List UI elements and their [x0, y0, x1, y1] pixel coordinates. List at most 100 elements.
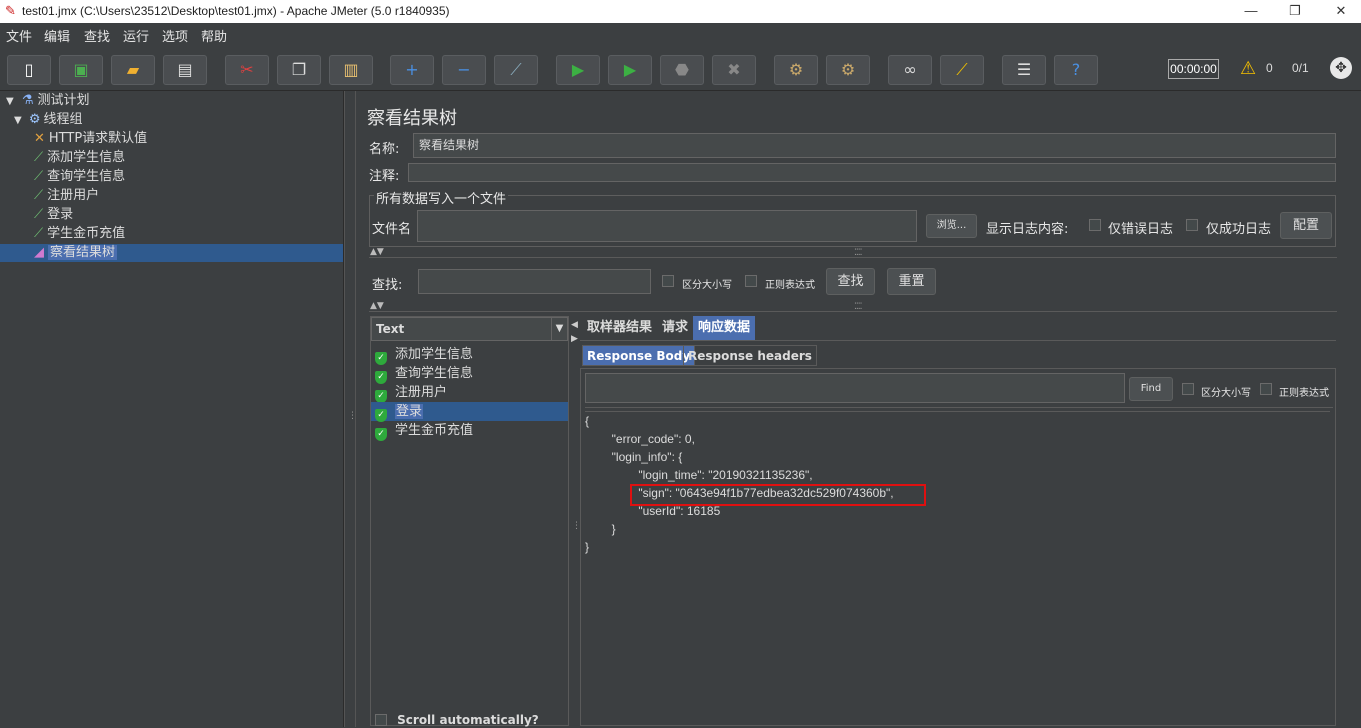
- regex-checkbox[interactable]: [1260, 383, 1272, 395]
- tree-item-sampler[interactable]: ⟋ 注册用户: [34, 187, 99, 205]
- result-item[interactable]: ✓ 添加学生信息: [375, 345, 473, 365]
- filename-input[interactable]: [417, 210, 917, 242]
- elapsed-timer: 00:00:00: [1168, 59, 1219, 79]
- response-body-content: Find 区分大小写 正则表达式 { "error_code": 0, "log…: [580, 368, 1336, 726]
- menu-bar: 文件 编辑 查找 运行 选项 帮助: [0, 23, 1361, 45]
- open-button[interactable]: ▰: [111, 55, 155, 85]
- success-only-label: 仅成功日志: [1206, 222, 1272, 237]
- restore-button[interactable]: ❐: [1280, 2, 1310, 20]
- save-button[interactable]: ▤: [163, 55, 207, 85]
- shutdown-icon: ✖: [727, 60, 741, 79]
- tree-item-sampler[interactable]: ⟋ 登录: [34, 206, 73, 224]
- response-json-text[interactable]: { "error_code": 0, "login_info": { "logi…: [585, 411, 1330, 681]
- json-line: "error_code": 0,: [585, 432, 695, 446]
- pipette-icon: ⟋: [34, 169, 44, 184]
- wand-icon: ⟋: [510, 60, 522, 79]
- title-bar: ✎ test01.jmx (C:\Users\23512\Desktop\tes…: [0, 0, 1361, 23]
- result-detail-panel: 取样器结果 请求 响应数据 Response Body Response hea…: [580, 316, 1337, 726]
- tab-response-data[interactable]: 响应数据: [693, 316, 756, 340]
- copy-button[interactable]: ❐: [277, 55, 321, 85]
- search-button[interactable]: 查找: [826, 268, 875, 295]
- collapse-arrows-icon[interactable]: ▲▼: [370, 301, 384, 311]
- menu-help[interactable]: 帮助: [201, 26, 227, 45]
- tab-response-headers[interactable]: Response headers: [683, 345, 817, 366]
- close-button[interactable]: ✕: [1326, 2, 1356, 20]
- clear-all-button[interactable]: ⚙: [826, 55, 870, 85]
- menu-search[interactable]: 查找: [84, 26, 110, 45]
- comment-field[interactable]: [408, 163, 1336, 182]
- collapse-button[interactable]: −: [442, 55, 486, 85]
- help-button[interactable]: ?: [1054, 55, 1098, 85]
- cut-button[interactable]: ✂: [225, 55, 269, 85]
- stop-icon: ⬣: [675, 60, 689, 79]
- collapse-arrows-icon[interactable]: ▲▼: [370, 247, 384, 257]
- find-button[interactable]: Find: [1129, 377, 1173, 401]
- result-item[interactable]: ✓ 注册用户: [375, 383, 447, 403]
- errors-only-label: 仅错误日志: [1108, 222, 1174, 237]
- list-icon: ☰: [1016, 60, 1032, 79]
- new-button[interactable]: ▯: [7, 55, 51, 85]
- find-input[interactable]: [585, 373, 1125, 403]
- stop-button[interactable]: ⬣: [660, 55, 704, 85]
- tree-item-sampler[interactable]: ⟋ 学生金币充值: [34, 225, 125, 243]
- json-line: "login_info": {: [585, 450, 683, 464]
- clear-button[interactable]: ⚙: [774, 55, 818, 85]
- tree-item-sampler[interactable]: ⟋ 查询学生信息: [34, 168, 125, 186]
- reset-button[interactable]: 重置: [887, 268, 936, 295]
- result-item[interactable]: ✓ 学生金币充值: [375, 421, 473, 441]
- function-helper-button[interactable]: ☰: [1002, 55, 1046, 85]
- tree-item-test-plan[interactable]: ▼ ⚗ 测试计划: [6, 92, 90, 110]
- help-icon: ?: [1071, 60, 1081, 79]
- tree-item-thread-group[interactable]: ▼ ⚙ 线程组: [14, 111, 83, 129]
- reset-search-button[interactable]: ⟋: [940, 55, 984, 85]
- browse-button[interactable]: 浏览...: [926, 214, 977, 238]
- flask-icon: ⚗: [21, 93, 34, 108]
- expand-button[interactable]: +: [390, 55, 434, 85]
- expand-arrow-icon[interactable]: ▼: [14, 115, 22, 126]
- results-splitter[interactable]: ◀ ▶ ⋮: [569, 316, 581, 726]
- tree-item-http-defaults[interactable]: ✕ HTTP请求默认值: [34, 130, 147, 148]
- expand-arrow-icon[interactable]: ▼: [6, 96, 14, 107]
- broom-gear-icon: ⚙: [788, 60, 804, 79]
- tab-response-body[interactable]: Response Body: [582, 345, 696, 366]
- scroll-auto-checkbox[interactable]: [375, 714, 387, 726]
- tab-sampler-result[interactable]: 取样器结果: [582, 316, 657, 340]
- chevron-down-icon[interactable]: ▼: [551, 318, 567, 340]
- start-button[interactable]: ▶: [556, 55, 600, 85]
- case-sensitive-label: 区分大小写: [682, 280, 732, 291]
- search-button[interactable]: ∞: [888, 55, 932, 85]
- json-line: {: [585, 414, 590, 428]
- renderer-select[interactable]: Text ▼: [371, 317, 568, 341]
- result-item[interactable]: ✓ 查询学生信息: [375, 364, 473, 384]
- tree-item-sampler[interactable]: ⟋ 添加学生信息: [34, 149, 125, 167]
- menu-options[interactable]: 选项: [162, 26, 188, 45]
- minimize-button[interactable]: —: [1236, 2, 1266, 20]
- regex-checkbox[interactable]: [745, 275, 757, 287]
- name-field[interactable]: 察看结果树: [413, 133, 1336, 158]
- json-line: }: [585, 522, 616, 536]
- search-input[interactable]: [418, 269, 651, 294]
- remote-icon[interactable]: ✥: [1330, 57, 1352, 79]
- errors-only-checkbox[interactable]: [1089, 219, 1101, 231]
- warning-icon[interactable]: ⚠: [1240, 58, 1256, 79]
- toggle-button[interactable]: ⟋: [494, 55, 538, 85]
- warning-count: 0: [1266, 61, 1273, 75]
- success-only-checkbox[interactable]: [1186, 219, 1198, 231]
- templates-button[interactable]: ▣: [59, 55, 103, 85]
- tab-request[interactable]: 请求: [657, 316, 693, 340]
- paste-button[interactable]: ▥: [329, 55, 373, 85]
- result-item-selected[interactable]: ✓ 登录: [371, 402, 568, 422]
- json-line: "userId": 16185: [585, 504, 721, 518]
- case-sensitive-checkbox[interactable]: [1182, 383, 1194, 395]
- comment-label: 注释:: [369, 169, 400, 184]
- menu-edit[interactable]: 编辑: [44, 26, 70, 45]
- start-no-pause-button[interactable]: ▶: [608, 55, 652, 85]
- tree-item-view-results-tree[interactable]: ◢ 察看结果树: [0, 244, 343, 262]
- case-sensitive-checkbox[interactable]: [662, 275, 674, 287]
- menu-file[interactable]: 文件: [6, 26, 32, 45]
- menu-run[interactable]: 运行: [123, 26, 149, 45]
- shutdown-button[interactable]: ✖: [712, 55, 756, 85]
- configure-button[interactable]: 配置: [1280, 212, 1332, 239]
- copy-icon: ❐: [291, 60, 307, 79]
- tree-splitter[interactable]: ⋮: [344, 91, 357, 727]
